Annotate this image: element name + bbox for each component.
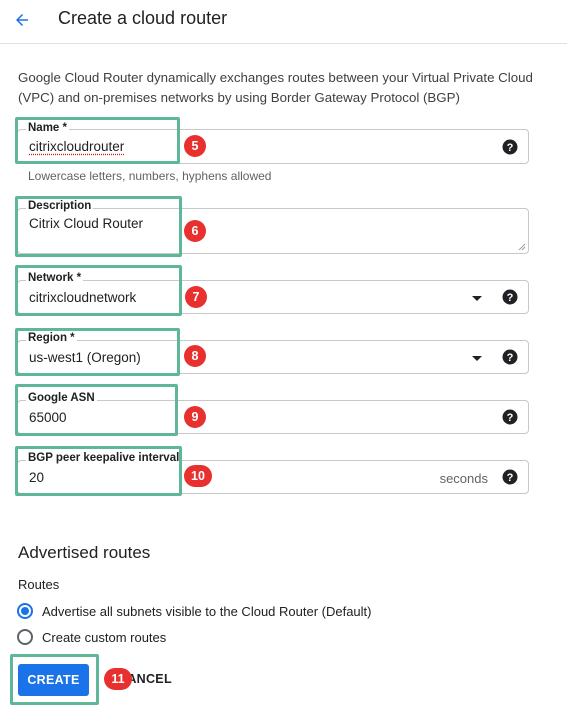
description-label: Description	[26, 200, 94, 212]
network-value: citrixcloudnetwork	[29, 290, 137, 305]
step-badge: 8	[184, 345, 206, 367]
arrow-back-icon	[16, 14, 28, 26]
radio-label: Create custom routes	[42, 629, 167, 645]
network-label: Network *	[26, 272, 84, 284]
dropdown-arrow-icon	[472, 296, 482, 301]
keepalive-value: 20	[29, 470, 45, 485]
resize-grip-icon[interactable]	[518, 243, 526, 251]
region-select[interactable]: us-west1 (Oregon) ?	[17, 340, 529, 374]
svg-text:?: ?	[507, 142, 514, 154]
advertised-routes-title: Advertised routes	[18, 543, 151, 562]
description-value: Citrix Cloud Router	[29, 216, 144, 231]
svg-text:?: ?	[507, 472, 514, 484]
step-badge: 10	[184, 465, 212, 487]
help-icon[interactable]: ?	[502, 349, 518, 365]
routes-label: Routes	[18, 577, 60, 592]
radio-checked-icon[interactable]	[17, 603, 33, 619]
description-field[interactable]: Citrix Cloud Router	[17, 208, 529, 254]
svg-text:?: ?	[507, 412, 514, 424]
radio-label: Advertise all subnets visible to the Clo…	[42, 603, 372, 619]
svg-text:?: ?	[507, 352, 514, 364]
step-badge: 7	[185, 286, 207, 308]
keepalive-suffix: seconds	[439, 471, 488, 486]
help-icon[interactable]: ?	[502, 289, 518, 305]
name-field[interactable]: citrixcloudrouter ?	[17, 129, 529, 164]
intro-description: Google Cloud Router dynamically exchange…	[18, 70, 533, 105]
back-button[interactable]	[8, 6, 36, 34]
name-label: Name *	[26, 122, 69, 134]
help-icon[interactable]: ?	[502, 469, 518, 485]
svg-text:?: ?	[507, 292, 514, 304]
asn-label: Google ASN	[26, 392, 97, 404]
step-badge: 6	[184, 220, 206, 242]
radio-advertise-all[interactable]: Advertise all subnets visible to the Clo…	[17, 603, 372, 619]
step-badge: 11	[104, 668, 132, 690]
name-value: citrixcloudrouter	[29, 139, 125, 154]
page-title: Create a cloud router	[58, 8, 228, 28]
keepalive-field[interactable]: 20 seconds ?	[17, 460, 529, 494]
asn-value: 65000	[29, 410, 67, 425]
help-icon[interactable]: ?	[502, 139, 518, 155]
region-label: Region *	[26, 332, 77, 344]
keepalive-label: BGP peer keepalive interval	[26, 452, 182, 464]
radio-unchecked-icon[interactable]	[17, 629, 33, 645]
radio-custom-routes[interactable]: Create custom routes	[17, 629, 166, 645]
create-button[interactable]: CREATE	[18, 664, 89, 696]
help-icon[interactable]: ?	[502, 409, 518, 425]
region-value: us-west1 (Oregon)	[29, 350, 141, 365]
dropdown-arrow-icon	[472, 356, 482, 361]
step-badge: 5	[184, 135, 206, 157]
page-header: Create a cloud router	[0, 0, 567, 44]
asn-field[interactable]: 65000 ?	[17, 400, 529, 434]
step-badge: 9	[184, 406, 206, 428]
name-hint: Lowercase letters, numbers, hyphens allo…	[28, 169, 272, 183]
network-select[interactable]: citrixcloudnetwork ?	[17, 280, 529, 314]
